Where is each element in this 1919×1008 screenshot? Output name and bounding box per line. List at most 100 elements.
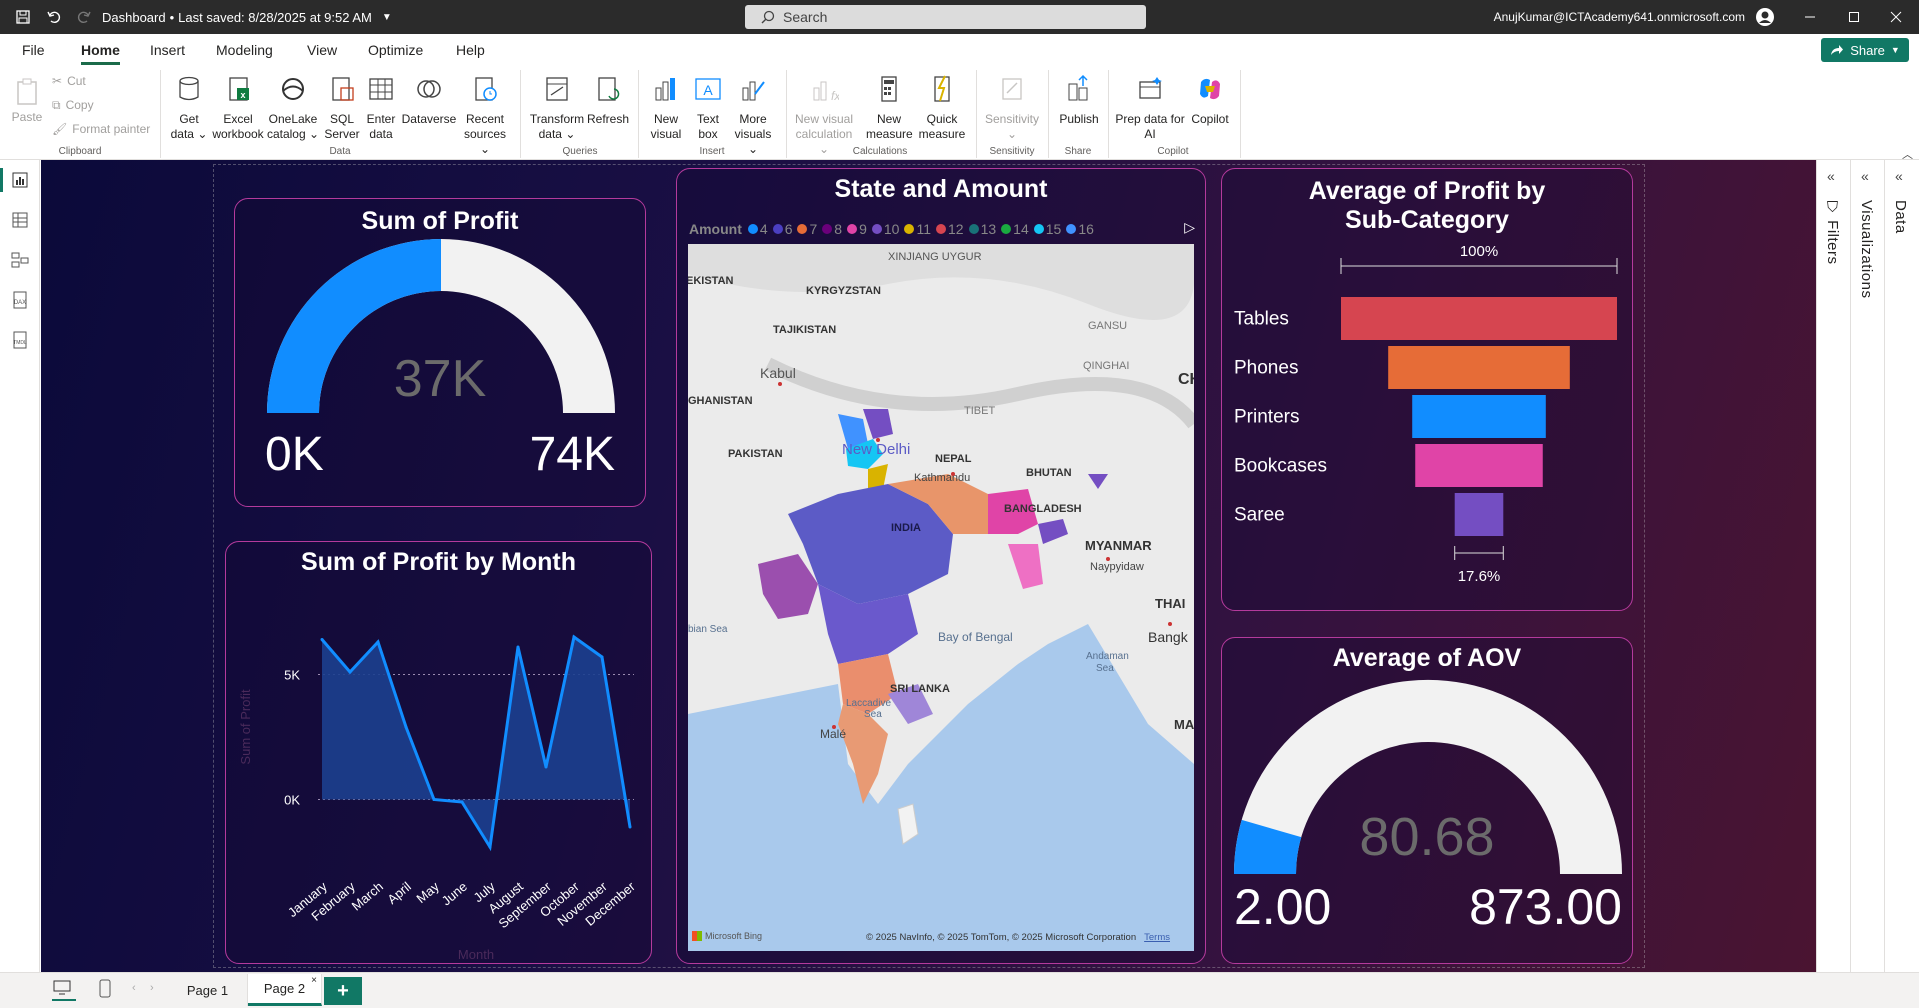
- data-point[interactable]: [572, 635, 576, 639]
- data-point[interactable]: [488, 845, 492, 849]
- data-point[interactable]: [432, 798, 436, 801]
- tab-home[interactable]: Home: [81, 42, 120, 65]
- ribbon: Paste ✂ Cut ⧉ Copy 🖌 Format painter Clipboa…: [0, 66, 1919, 161]
- funnel-bar[interactable]: [1454, 493, 1504, 536]
- state-and-amount-map[interactable]: State and Amount Amount 4 6 7 8 9 10 11 12 13 14 1…: [676, 168, 1206, 964]
- save-icon[interactable]: [10, 0, 36, 34]
- legend-label: 13: [980, 221, 997, 237]
- data-pane-collapsed[interactable]: « Data: [1884, 160, 1919, 972]
- report-view-icon[interactable]: [10, 170, 30, 190]
- next-page-icon[interactable]: ›: [150, 982, 154, 994]
- data-point[interactable]: [600, 655, 604, 659]
- data-point[interactable]: [404, 725, 408, 729]
- expand-filters-icon[interactable]: «: [1827, 168, 1835, 184]
- legend-label: 8: [834, 221, 843, 237]
- avatar-icon[interactable]: [1752, 0, 1778, 34]
- more-visuals-button[interactable]: More visuals ⌄: [728, 74, 778, 157]
- search-placeholder: Search: [783, 9, 828, 25]
- user-account[interactable]: AnujKumar@ICTAcademy641.onmicrosoft.com: [1494, 0, 1745, 34]
- data-point[interactable]: [544, 765, 548, 769]
- legend-next-icon[interactable]: ▷: [1184, 219, 1195, 236]
- new-measure-button[interactable]: New measure: [866, 74, 913, 142]
- tmdl-view-icon[interactable]: TMDL: [10, 330, 30, 350]
- copy-button[interactable]: ⧉ Copy: [52, 98, 94, 113]
- transform-data-button[interactable]: Transform data ⌄: [528, 74, 586, 142]
- prev-page-icon[interactable]: ‹: [132, 982, 136, 994]
- text-box-button[interactable]: A Text box: [688, 74, 728, 142]
- funnel-bar[interactable]: [1388, 346, 1570, 389]
- excel-workbook-button[interactable]: x Excel workbook: [210, 74, 266, 142]
- dataverse-button[interactable]: Dataverse: [400, 74, 458, 127]
- refresh-button[interactable]: Refresh: [586, 74, 630, 127]
- quick-measure-button[interactable]: Quick measure: [914, 74, 970, 142]
- expand-data-icon[interactable]: «: [1895, 168, 1903, 184]
- get-data-button[interactable]: Get data ⌄: [168, 74, 210, 142]
- label-kistan: EKISTAN: [688, 275, 734, 287]
- visualizations-pane-collapsed[interactable]: « Visualizations: [1850, 160, 1884, 972]
- divider: [160, 70, 161, 158]
- data-point[interactable]: [516, 645, 520, 649]
- profit-by-month-chart[interactable]: Sum of Profit by Month Sum of Profit Mon…: [225, 541, 652, 964]
- funnel-bar[interactable]: [1341, 297, 1617, 340]
- tab-view[interactable]: View: [307, 42, 337, 58]
- redo-icon: [72, 0, 96, 34]
- svg-text:x: x: [240, 90, 245, 100]
- desktop-layout-icon[interactable]: [52, 979, 76, 1001]
- add-page-button[interactable]: +: [324, 977, 362, 1005]
- sql-server-button[interactable]: SQL Server: [322, 74, 362, 142]
- menu-bar: File Home Insert Modeling View Optimize …: [0, 34, 1919, 66]
- enter-data-button[interactable]: Enter data: [362, 74, 400, 142]
- funnel-bar[interactable]: [1412, 395, 1546, 438]
- format-painter-button[interactable]: 🖌 Format painter: [52, 122, 150, 137]
- sql-label: SQL: [329, 112, 354, 126]
- maximize-icon[interactable]: [1839, 0, 1869, 34]
- undo-icon[interactable]: [42, 0, 66, 34]
- prep-data-for-ai-button[interactable]: Prep data for AI: [1114, 74, 1186, 142]
- tab-modeling[interactable]: Modeling: [216, 42, 273, 58]
- document-title[interactable]: Dashboard • Last saved: 8/28/2025 at 9:5…: [102, 0, 392, 34]
- model-view-icon[interactable]: [10, 250, 30, 270]
- table-view-icon[interactable]: [10, 210, 30, 230]
- profit-by-subcategory-funnel[interactable]: Average of Profit by Sub-Category 100% T…: [1221, 168, 1633, 611]
- funnel-bar[interactable]: [1415, 444, 1543, 487]
- average-aov-gauge[interactable]: Average of AOV 80.68 2.00 873.00: [1221, 637, 1633, 964]
- group-label-queries: Queries: [562, 146, 598, 157]
- share-button[interactable]: Share ▼: [1821, 38, 1909, 62]
- data-point[interactable]: [628, 825, 632, 829]
- minimize-icon[interactable]: [1795, 0, 1825, 34]
- legend-swatch: [797, 224, 808, 234]
- data-point[interactable]: [460, 800, 464, 804]
- funnel-category-label: Bookcases: [1234, 456, 1327, 477]
- tab-file[interactable]: File: [22, 42, 45, 58]
- dax-query-view-icon[interactable]: DAX: [10, 290, 30, 310]
- tab-insert[interactable]: Insert: [150, 42, 185, 58]
- map-canvas[interactable]: XINJIANG UYGUR EKISTAN KYRGYZSTAN TAJIKI…: [688, 244, 1194, 951]
- tab-help[interactable]: Help: [456, 42, 485, 58]
- copilot-button[interactable]: Copilot: [1186, 74, 1234, 127]
- search-box[interactable]: Search: [745, 5, 1146, 29]
- page-tab-1[interactable]: Page 1: [168, 974, 248, 1006]
- tab-optimize[interactable]: Optimize: [368, 42, 423, 58]
- filters-pane-collapsed[interactable]: « ⛉ Filters: [1816, 160, 1850, 972]
- terms-link[interactable]: Terms: [1144, 932, 1170, 943]
- expand-visualizations-icon[interactable]: «: [1861, 168, 1869, 184]
- data-point[interactable]: [376, 640, 380, 644]
- recent-label: Recent: [465, 112, 505, 126]
- sensitivity-button[interactable]: Sensitivity ⌄: [984, 74, 1040, 142]
- close-page-icon[interactable]: ×: [311, 975, 317, 986]
- close-icon[interactable]: [1881, 0, 1911, 34]
- data-point[interactable]: [348, 670, 352, 674]
- sum-of-profit-gauge[interactable]: Sum of Profit 37K 0K 74K: [234, 198, 646, 507]
- cut-button[interactable]: ✂ Cut: [52, 74, 86, 89]
- new-measure-label-2: measure: [866, 127, 913, 141]
- new-visual-calculation-button[interactable]: fx New visual calculation ⌄: [792, 74, 856, 157]
- mobile-layout-icon[interactable]: [98, 979, 112, 1002]
- page-tab-2[interactable]: Page 2 ×: [248, 974, 322, 1006]
- svg-text:A: A: [703, 82, 713, 98]
- publish-button[interactable]: Publish: [1056, 74, 1102, 127]
- new-visual-button[interactable]: New visual: [646, 74, 686, 142]
- paste-button[interactable]: Paste: [10, 76, 44, 125]
- recent-sources-button[interactable]: Recent sources ⌄: [458, 74, 512, 157]
- onelake-catalog-button[interactable]: OneLake catalog ⌄: [266, 74, 320, 142]
- data-point[interactable]: [320, 638, 324, 641]
